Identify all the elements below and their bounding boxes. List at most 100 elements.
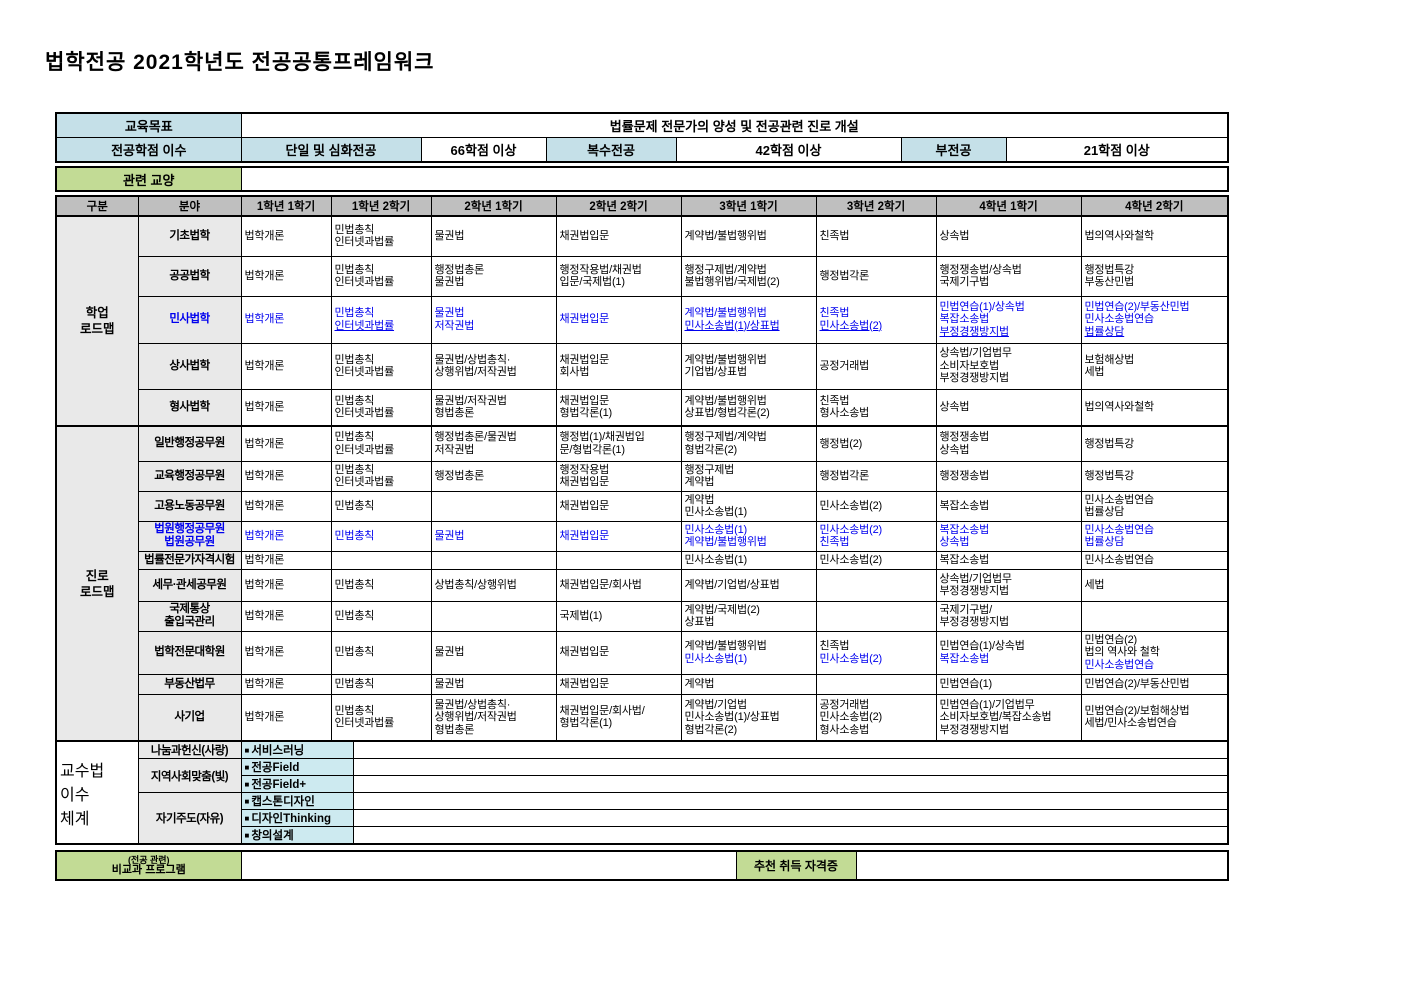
course-name: 민사소송법(2) (820, 320, 933, 333)
course-name: 국제기구법 (940, 276, 1078, 289)
semester-course-cell: 복잡소송법상속법 (936, 521, 1081, 551)
semester-course-cell: 법학개론 (241, 389, 331, 426)
semester-course-cell: 채권법입문 (556, 491, 681, 521)
course-name: 물권법 (435, 530, 553, 543)
credit-value-minor: 21학점 이상 (1006, 138, 1228, 163)
course-name: 친족법 (820, 307, 933, 320)
course-name: 부정경쟁방지법 (940, 372, 1078, 385)
roadmap-group-label: 학업로드맵 (56, 216, 138, 426)
semester-course-cell: 계약법/기업법민사소송법(1)/상표법형법각론(2) (681, 694, 816, 741)
course-name: 채권법입문 (560, 230, 678, 243)
semester-course-cell: 친족법 (816, 216, 936, 256)
course-name: 민법총칙 (335, 646, 428, 659)
course-name: 행정작용법 (560, 464, 678, 477)
field-label: 부동산법무 (138, 674, 241, 694)
semester-course-cell: 민사소송법(2) (816, 551, 936, 569)
course-name: 민법총칙 (335, 464, 428, 477)
teaching-method-item: ■창의설계 (241, 827, 353, 845)
semester-course-cell (1081, 601, 1228, 631)
course-name: 형사소송법 (820, 724, 933, 737)
course-name: 행정쟁송법 (940, 470, 1078, 483)
semester-course-cell: 민법총칙인터넷과법률 (331, 694, 431, 741)
field-label: 세무·관세공무원 (138, 569, 241, 601)
semester-course-cell: 법학개론 (241, 426, 331, 461)
tables-stack: 교육목표 법률문제 전문가의 양성 및 전공관련 진로 개설 전공학점 이수 단… (55, 112, 1227, 881)
semester-course-cell: 물권법저작권법 (431, 296, 556, 343)
field-label: 교육행정공무원 (138, 461, 241, 491)
course-name: 물권법/상법총칙· (435, 699, 553, 712)
course-name: 상속법/기업법무 (940, 573, 1078, 586)
course-name: 법학개론 (245, 610, 328, 623)
roadmap-group-label: 진로로드맵 (56, 426, 138, 741)
course-name: 형법각론(1) (560, 717, 678, 730)
semester-course-cell: 계약법 (681, 674, 816, 694)
semester-course-cell: 친족법민사소송법(2) (816, 631, 936, 674)
semester-course-cell: 민법연습(2)/부동산민법 (1081, 674, 1228, 694)
semester-course-cell: 민법총칙 (331, 631, 431, 674)
liberal-arts-table: 관련 교양 (55, 166, 1229, 192)
field-label-line: 법률전문가자격시험 (142, 554, 238, 567)
course-name: 민법총칙 (335, 264, 428, 277)
course-name: 세법 (1085, 366, 1225, 379)
course-name: 공정거래법 (820, 360, 933, 373)
semester-course-cell: 친족법형사소송법 (816, 389, 936, 426)
semester-course-cell (431, 601, 556, 631)
semester-course-cell: 행정법총론/물권법저작권법 (431, 426, 556, 461)
course-name: 행정법총론 (435, 264, 553, 277)
course-name: 인터넷과법률 (335, 276, 428, 289)
semester-course-cell: 친족법민사소송법(2) (816, 296, 936, 343)
course-name: 형법각론(2) (685, 444, 813, 457)
field-label-line: 세무·관세공무원 (142, 579, 238, 592)
column-header-semester: 3학년 1학기 (681, 196, 816, 216)
course-name: 소비자보호법 (940, 360, 1078, 373)
credit-value-double: 42학점 이상 (676, 138, 901, 163)
group-label-line: 이수 (60, 781, 135, 805)
semester-course-cell: 민법연습(1)/상속법복잡소송법 (936, 631, 1081, 674)
extracurricular-program-label-main: 비교과 프로그램 (60, 865, 238, 876)
course-name: 행정법특강 (1085, 264, 1225, 277)
curriculum-framework-page: 법학전공 2021학년도 전공공통프레임워크 교육목표 법률문제 전문가의 양성… (0, 0, 1403, 992)
course-name: 인터넷과법률 (335, 476, 428, 489)
semester-course-cell: 복잡소송법 (936, 491, 1081, 521)
semester-course-cell: 행정법총론물권법 (431, 256, 556, 296)
semester-course-cell: 민사소송법연습 (1081, 551, 1228, 569)
course-name: 물권법 (435, 307, 553, 320)
semester-course-cell: 보험해상법세법 (1081, 343, 1228, 389)
course-name: 계약법/국제법(2) (685, 604, 813, 617)
semester-course-cell: 행정쟁송법 (936, 461, 1081, 491)
semester-course-cell: 행정쟁송법/상속법국제기구법 (936, 256, 1081, 296)
course-name: 행정쟁송법 (940, 431, 1078, 444)
course-name: 보험해상법 (1085, 354, 1225, 367)
course-name: 민법연습(1)/상속법 (940, 640, 1078, 653)
semester-course-cell: 국제법(1) (556, 601, 681, 631)
semester-course-cell: 행정작용법채권법입문 (556, 461, 681, 491)
semester-course-cell: 민사소송법(1) (681, 551, 816, 569)
semester-course-cell: 행정구제법/계약법불법행위법/국제법(2) (681, 256, 816, 296)
course-name: 행정법각론 (820, 470, 933, 483)
group-label-line: 로드맵 (60, 584, 135, 600)
course-name: 행정구제법/계약법 (685, 264, 813, 277)
course-name: 민법연습(2)/보험해상법 (1085, 705, 1225, 718)
semester-course-cell: 채권법입문 (556, 674, 681, 694)
credit-value-single: 66학점 이상 (421, 138, 546, 163)
semester-course-cell: 민법연습(1)/상속법복잡소송법부정경쟁방지법 (936, 296, 1081, 343)
course-name: 민법총칙 (335, 678, 428, 691)
semester-course-cell: 법학개론 (241, 296, 331, 343)
semester-course-cell: 민사소송법(2)친족법 (816, 521, 936, 551)
semester-course-cell: 상법총칙/상행위법 (431, 569, 556, 601)
teaching-group-label: 교수법이수체계 (56, 741, 138, 844)
semester-course-cell: 민법총칙인터넷과법률 (331, 216, 431, 256)
teaching-method-item: ■디자인Thinking (241, 810, 353, 827)
course-name: 물권법 (435, 646, 553, 659)
course-name: 민사소송법(1)/상표법 (685, 320, 813, 333)
course-name: 법학개론 (245, 554, 328, 567)
semester-course-cell: 행정법(2) (816, 426, 936, 461)
course-name: 법학개론 (245, 313, 328, 326)
course-name: 민사소송법(2) (820, 524, 933, 537)
field-label-line: 형사법학 (142, 401, 238, 414)
education-goal-label: 교육목표 (56, 113, 241, 138)
course-name: 물권법 (435, 678, 553, 691)
semester-course-cell: 민법총칙인터넷과법률 (331, 296, 431, 343)
field-label-line: 상사법학 (142, 360, 238, 373)
course-name: 행정작용법/채권법 (560, 264, 678, 277)
